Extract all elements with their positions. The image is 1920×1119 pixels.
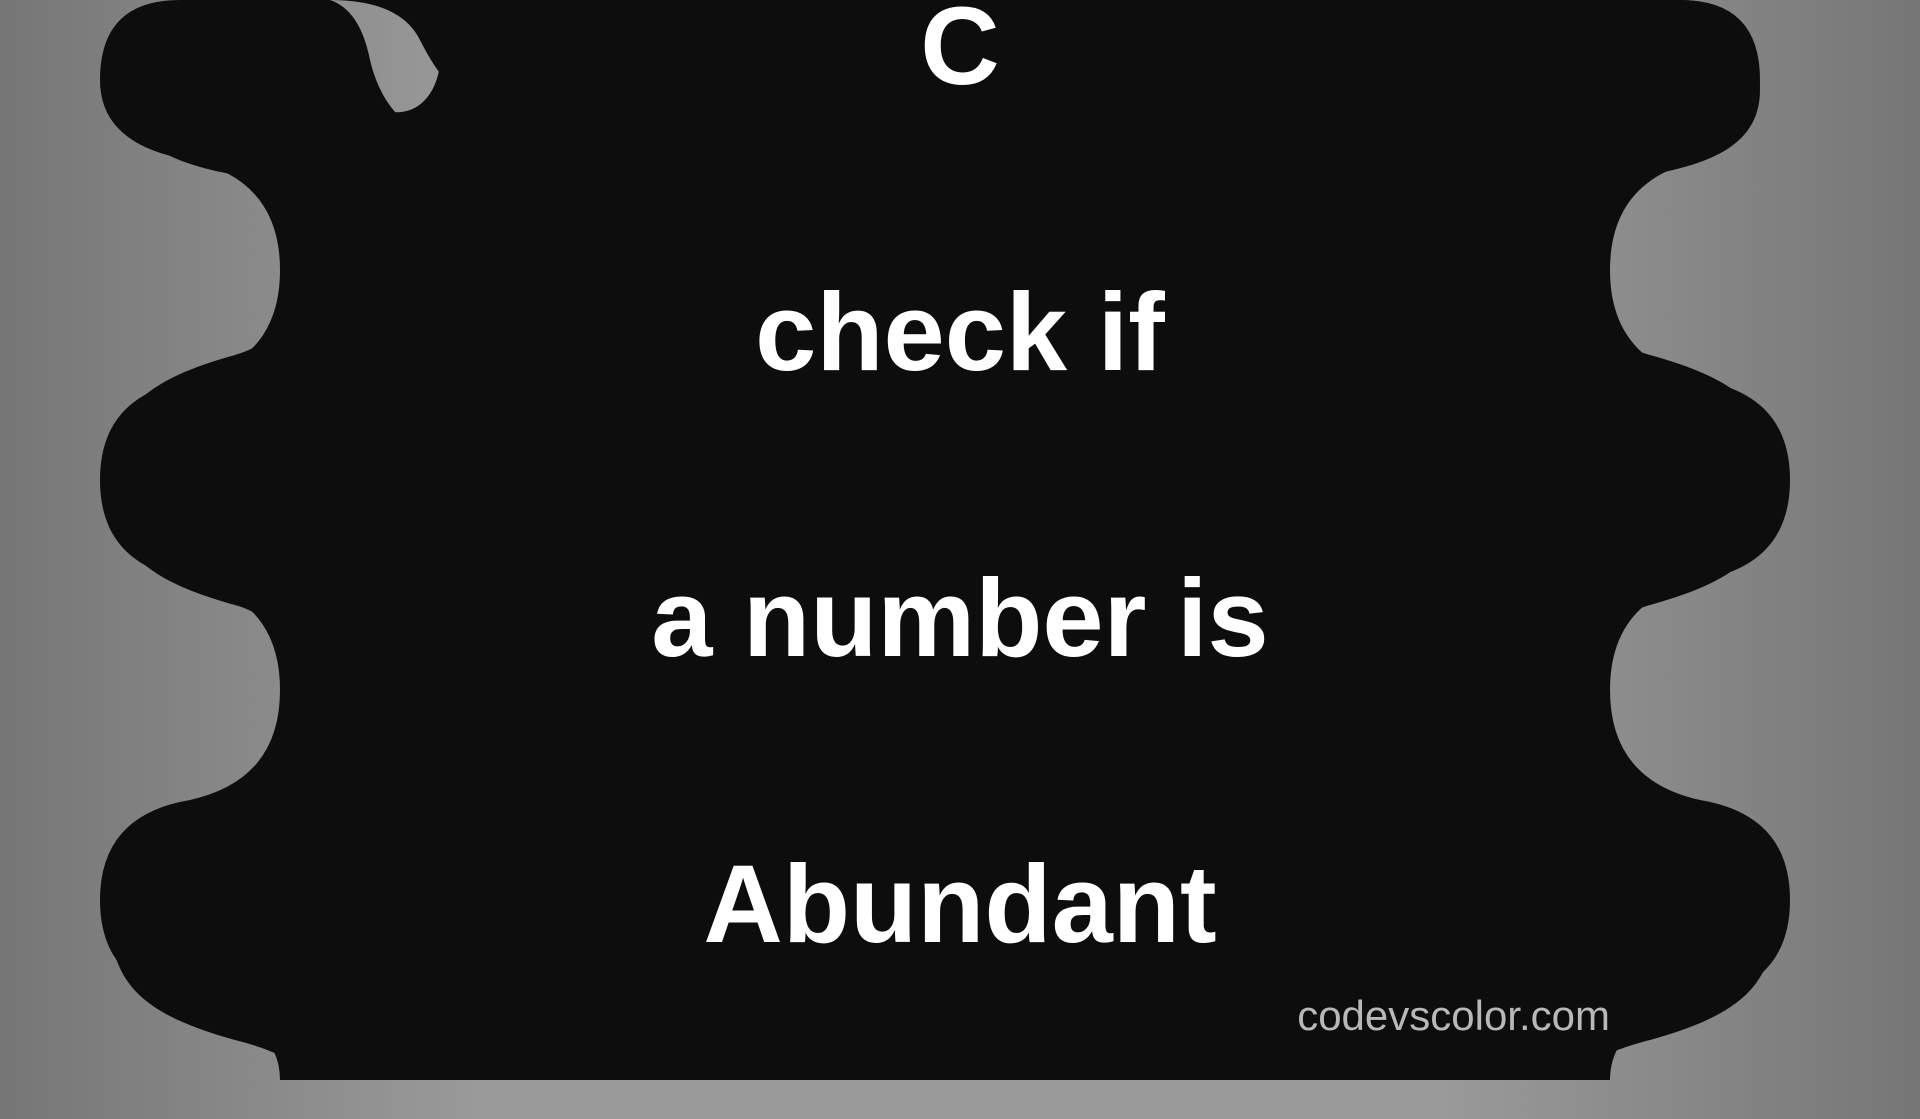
- main-title: C check if a number is Abundant: [651, 0, 1268, 1119]
- title-line-2: check if: [651, 261, 1268, 404]
- title-line-3: a number is: [651, 547, 1268, 690]
- title-line-4: Abundant: [651, 833, 1268, 976]
- title-line-1: C: [651, 0, 1268, 118]
- watermark-text: codevscolor.com: [1297, 992, 1610, 1040]
